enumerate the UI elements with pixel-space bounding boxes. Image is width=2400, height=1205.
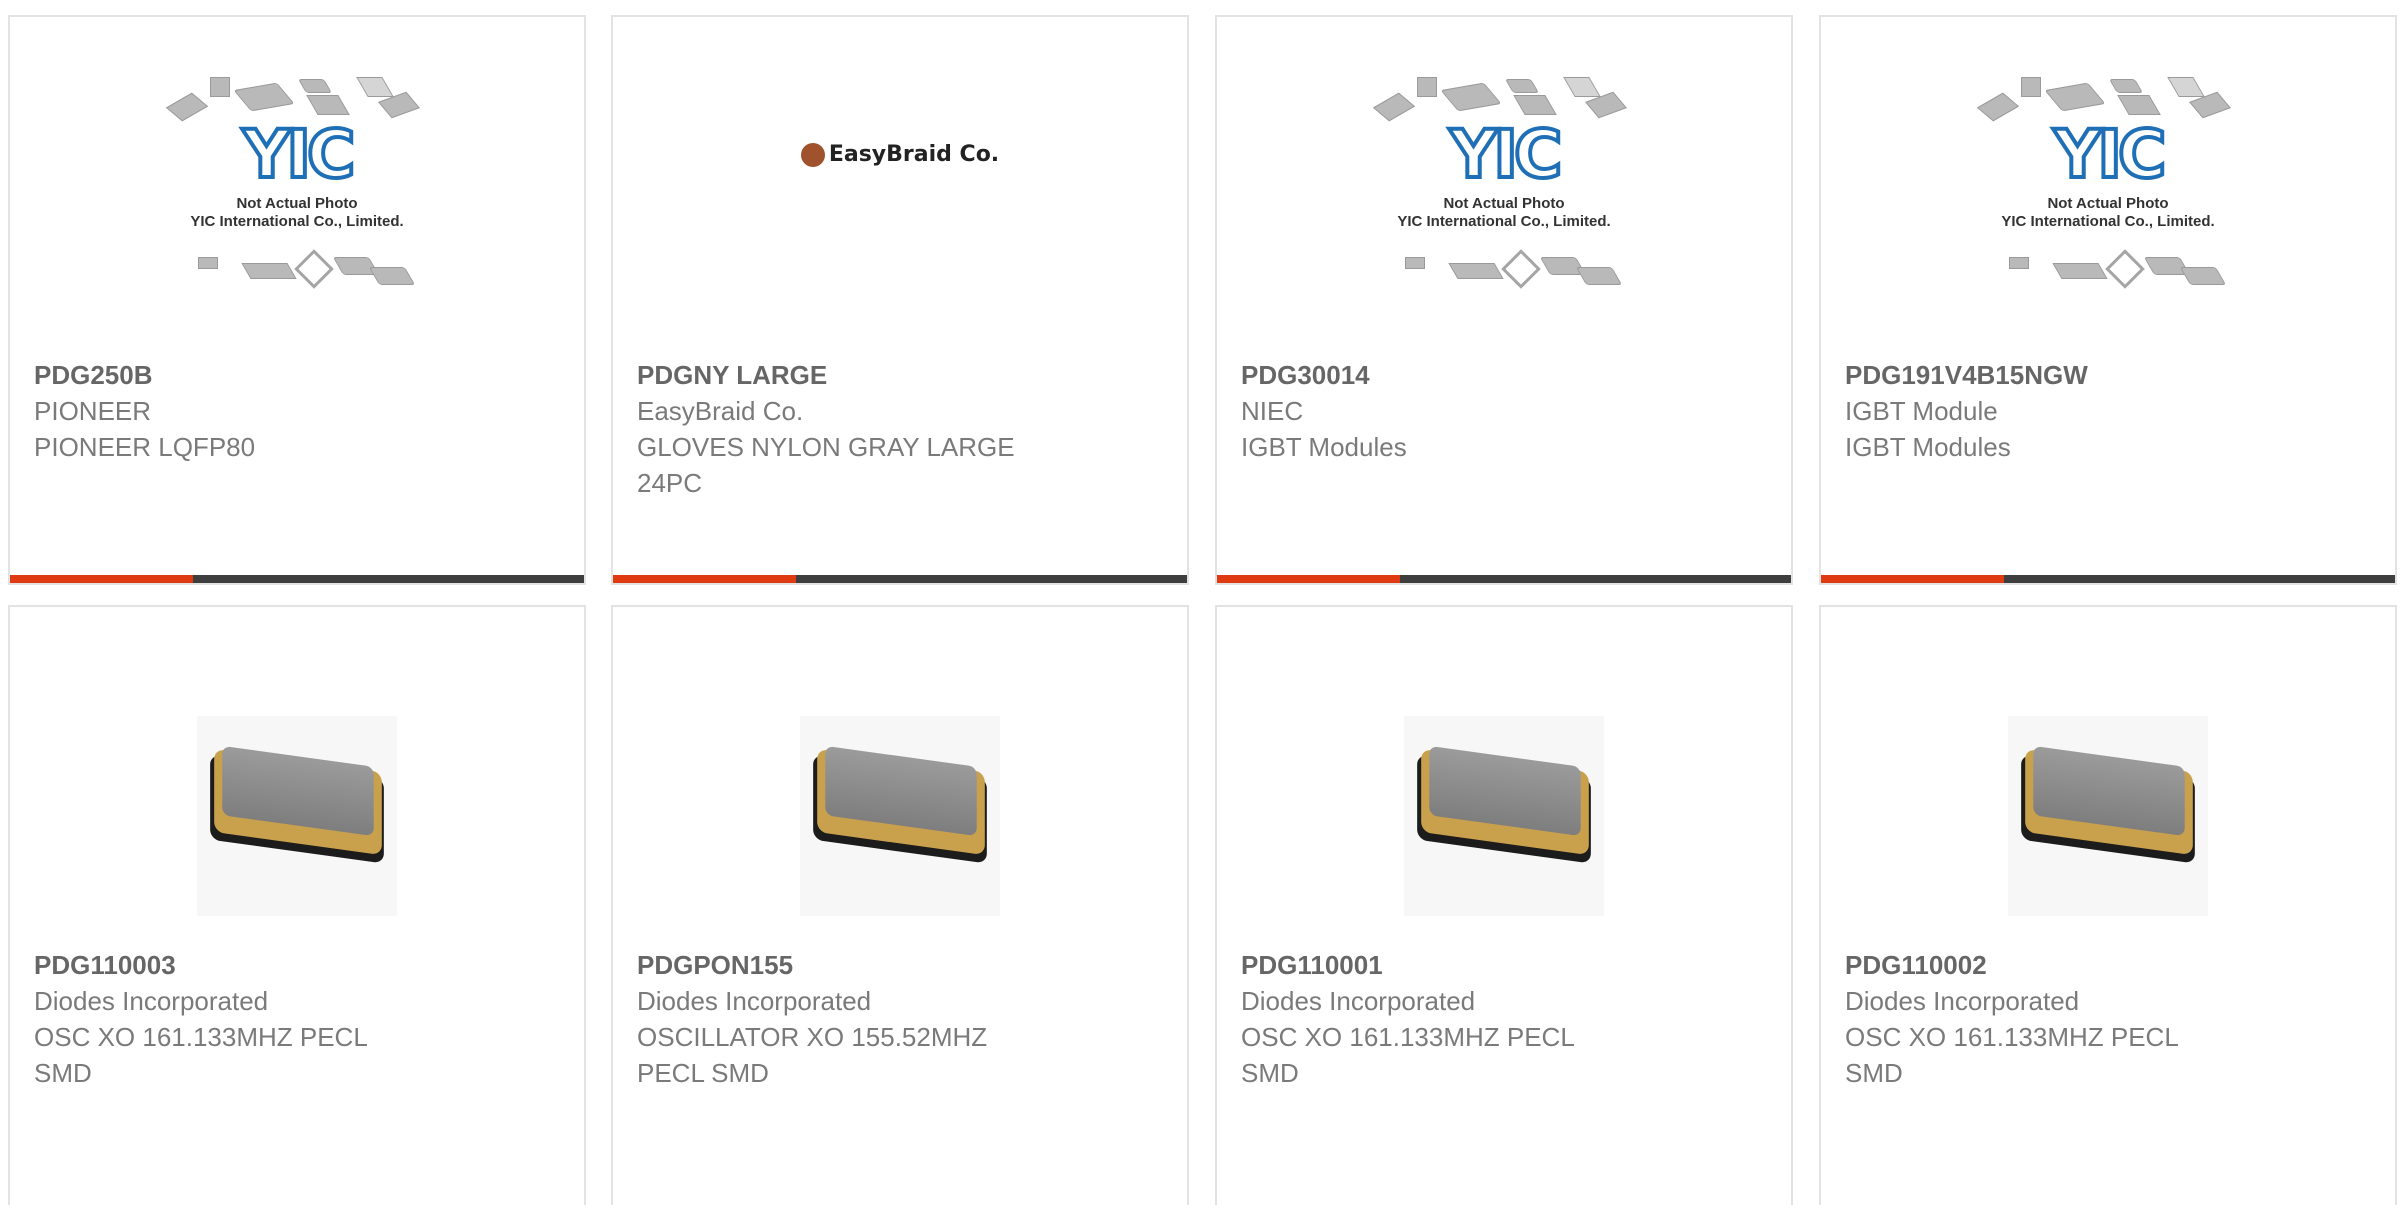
card-bar-accent	[613, 575, 796, 583]
product-card[interactable]: PDG110003 Diodes Incorporated OSC XO 161…	[8, 605, 586, 1205]
product-image[interactable]	[1217, 607, 1791, 942]
easybraid-logo-text: EasyBraid Co.	[828, 142, 1000, 167]
manufacturer: Diodes Incorporated	[637, 986, 872, 1016]
product-card[interactable]: YIC Not Actual Photo YIC International C…	[8, 15, 586, 585]
description: IGBT Modules	[1845, 432, 2011, 462]
part-number[interactable]: PDGPON155	[637, 947, 1163, 983]
product-image[interactable]	[613, 607, 1187, 942]
manufacturer: PIONEER	[34, 396, 152, 426]
product-info: PDG110002 Diodes Incorporated OSC XO 161…	[1845, 947, 2371, 1091]
product-image[interactable]	[1821, 607, 2395, 942]
card-bar-accent	[1217, 575, 1400, 583]
description: OSC XO 161.133MHZ PECL SMD	[34, 1022, 367, 1088]
description: OSC XO 161.133MHZ PECL SMD	[1845, 1022, 2178, 1088]
easybraid-logo-icon	[800, 142, 825, 167]
product-info: PDG30014 NIEC IGBT Modules	[1241, 357, 1767, 465]
manufacturer: IGBT Module	[1845, 396, 1998, 426]
description: PIONEER LQFP80	[34, 432, 256, 462]
manufacturer: NIEC	[1241, 396, 1304, 426]
product-image[interactable]	[10, 607, 584, 942]
product-card[interactable]: EasyBraid Co. PDGNY LARGE EasyBraid Co. …	[611, 15, 1189, 585]
description: OSCILLATOR XO 155.52MHZ PECL SMD	[637, 1022, 988, 1088]
product-info: PDG110001 Diodes Incorporated OSC XO 161…	[1241, 947, 1767, 1091]
card-bar	[1821, 575, 2395, 583]
product-image[interactable]: YIC Not Actual Photo YIC International C…	[10, 17, 584, 352]
oscillator-photo	[2008, 715, 2208, 916]
part-number[interactable]: PDG250B	[34, 357, 560, 393]
part-number[interactable]: PDGNY LARGE	[637, 357, 1163, 393]
product-card[interactable]: YIC Not Actual Photo YIC International C…	[1819, 15, 2397, 585]
product-image[interactable]: YIC Not Actual Photo YIC International C…	[1821, 17, 2395, 352]
product-info: PDGNY LARGE EasyBraid Co. GLOVES NYLON G…	[637, 357, 1163, 501]
description: IGBT Modules	[1241, 432, 1407, 462]
product-image[interactable]: YIC Not Actual Photo YIC International C…	[1217, 17, 1791, 352]
easybraid-logo: EasyBraid Co.	[800, 142, 1000, 167]
description: GLOVES NYLON GRAY LARGE 24PC	[637, 432, 1015, 498]
image-caption: Not Actual Photo YIC International Co., …	[1397, 195, 1611, 230]
image-caption: Not Actual Photo YIC International Co., …	[190, 195, 404, 230]
product-grid: YIC Not Actual Photo YIC International C…	[8, 15, 2400, 1205]
manufacturer: EasyBraid Co.	[637, 396, 804, 426]
card-bar-accent	[10, 575, 193, 583]
yic-placeholder-image: YIC Not Actual Photo YIC International C…	[1973, 67, 2243, 302]
product-card[interactable]: PDG110002 Diodes Incorporated OSC XO 161…	[1819, 605, 2397, 1205]
yic-placeholder-image: YIC Not Actual Photo YIC International C…	[162, 67, 432, 302]
oscillator-photo	[800, 715, 1000, 916]
image-caption: Not Actual Photo YIC International Co., …	[2001, 195, 2215, 230]
card-bar	[613, 575, 1187, 583]
yic-logo: YIC	[1448, 116, 1565, 193]
manufacturer: Diodes Incorporated	[1845, 986, 2080, 1016]
yic-logo: YIC	[241, 116, 358, 193]
product-info: PDGPON155 Diodes Incorporated OSCILLATOR…	[637, 947, 1163, 1091]
part-number[interactable]: PDG110003	[34, 947, 560, 983]
product-card[interactable]: YIC Not Actual Photo YIC International C…	[1215, 15, 1793, 585]
product-info: PDG110003 Diodes Incorporated OSC XO 161…	[34, 947, 560, 1091]
part-number[interactable]: PDG110002	[1845, 947, 2371, 983]
product-image[interactable]: EasyBraid Co.	[613, 17, 1187, 352]
card-bar	[1217, 575, 1791, 583]
product-card[interactable]: PDG110001 Diodes Incorporated OSC XO 161…	[1215, 605, 1793, 1205]
manufacturer: Diodes Incorporated	[34, 986, 269, 1016]
oscillator-photo	[197, 715, 397, 916]
part-number[interactable]: PDG110001	[1241, 947, 1767, 983]
card-bar	[10, 575, 584, 583]
product-info: PDG191V4B15NGW IGBT Module IGBT Modules	[1845, 357, 2371, 465]
manufacturer: Diodes Incorporated	[1241, 986, 1476, 1016]
part-number[interactable]: PDG191V4B15NGW	[1845, 357, 2371, 393]
yic-placeholder-image: YIC Not Actual Photo YIC International C…	[1369, 67, 1639, 302]
card-bar-accent	[1821, 575, 2004, 583]
part-number[interactable]: PDG30014	[1241, 357, 1767, 393]
oscillator-photo	[1404, 715, 1604, 916]
product-card[interactable]: PDGPON155 Diodes Incorporated OSCILLATOR…	[611, 605, 1189, 1205]
product-info: PDG250B PIONEER PIONEER LQFP80	[34, 357, 560, 465]
description: OSC XO 161.133MHZ PECL SMD	[1241, 1022, 1574, 1088]
yic-logo: YIC	[2052, 116, 2169, 193]
